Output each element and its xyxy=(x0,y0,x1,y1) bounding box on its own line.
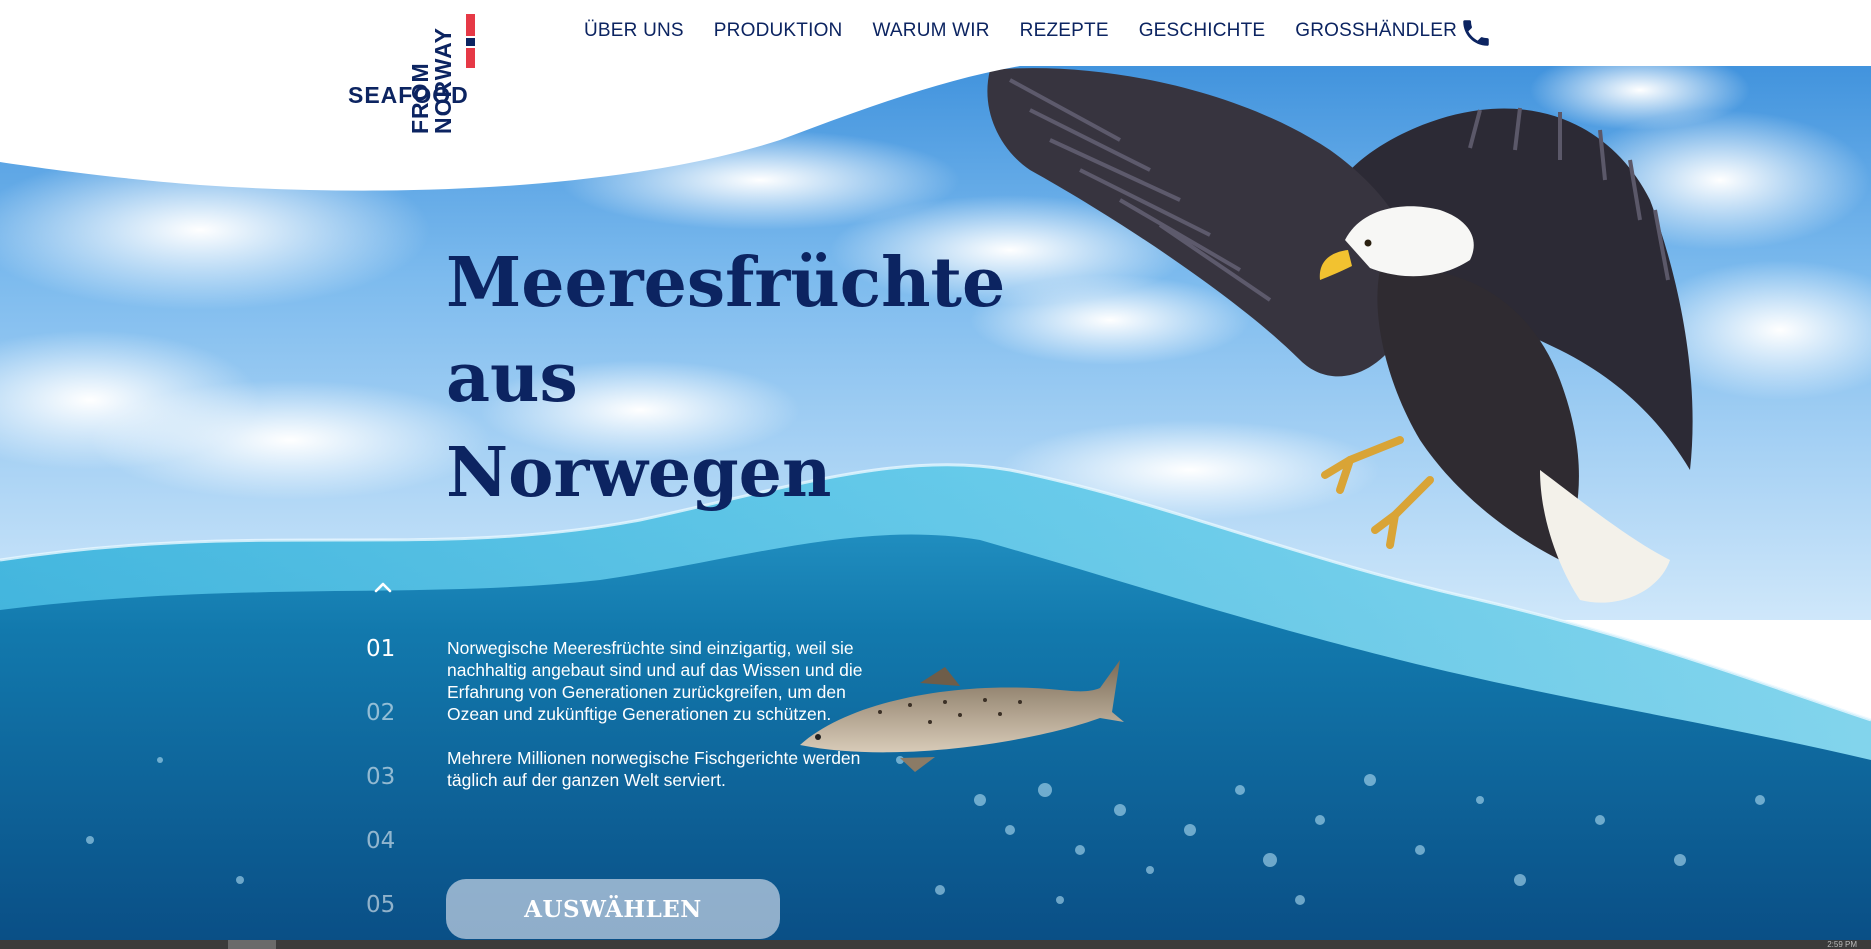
pager-item-02[interactable]: 02 xyxy=(366,700,406,764)
chevron-up-icon xyxy=(374,582,392,593)
pager-item-04[interactable]: 04 xyxy=(366,828,406,892)
slide-pager: 01 02 03 04 05 xyxy=(366,636,406,949)
hero-copy: Norwegische Meeresfrüchte sind einzigart… xyxy=(447,637,867,813)
logo-text-norway: NORWAY xyxy=(430,27,456,134)
nav-item-ueber-uns[interactable]: ÜBER UNS xyxy=(584,20,684,46)
nav-item-geschichte[interactable]: GESCHICHTE xyxy=(1139,20,1266,46)
norway-flag-icon xyxy=(466,14,475,68)
bottom-scrollbar[interactable]: 2:59 PM xyxy=(0,940,1871,949)
hero-headline: Meeresfrüchte aus Norwegen xyxy=(446,236,1066,521)
pager-up-button[interactable] xyxy=(371,576,395,600)
scrollbar-thumb[interactable] xyxy=(228,940,276,949)
main-nav: ÜBER UNS PRODUKTION WARUM WIR REZEPTE GE… xyxy=(584,20,1457,46)
phone-button[interactable] xyxy=(1459,16,1493,50)
hero-paragraph-2: Mehrere Millionen norwegische Fischgeric… xyxy=(447,748,861,790)
nav-item-warum-wir[interactable]: WARUM WIR xyxy=(872,20,989,46)
headline-line-1: Meeresfrüchte xyxy=(446,243,1006,323)
pager-item-03[interactable]: 03 xyxy=(366,764,406,828)
headline-line-2: aus xyxy=(446,338,578,418)
nav-item-grosshaendler[interactable]: GROSSHÄNDLER xyxy=(1295,20,1457,46)
auswaehlen-button[interactable]: AUSWÄHLEN xyxy=(446,879,780,939)
nav-item-rezepte[interactable]: REZEPTE xyxy=(1020,20,1109,46)
seafood-from-norway-logo: SEAFOOD FROM NORWAY xyxy=(348,14,475,134)
pager-item-01[interactable]: 01 xyxy=(366,636,406,700)
taskbar-clock: 2:59 PM xyxy=(1827,940,1857,949)
page: SEAFOOD FROM NORWAY ÜBER UNS PRODUKTION … xyxy=(0,0,1871,949)
hero-paragraph-1: Norwegische Meeresfrüchte sind einzigart… xyxy=(447,638,863,724)
nav-item-produktion[interactable]: PRODUKTION xyxy=(714,20,843,46)
headline-line-3: Norwegen xyxy=(446,433,832,513)
phone-icon xyxy=(1463,20,1489,46)
logo[interactable]: SEAFOOD FROM NORWAY xyxy=(348,6,478,134)
